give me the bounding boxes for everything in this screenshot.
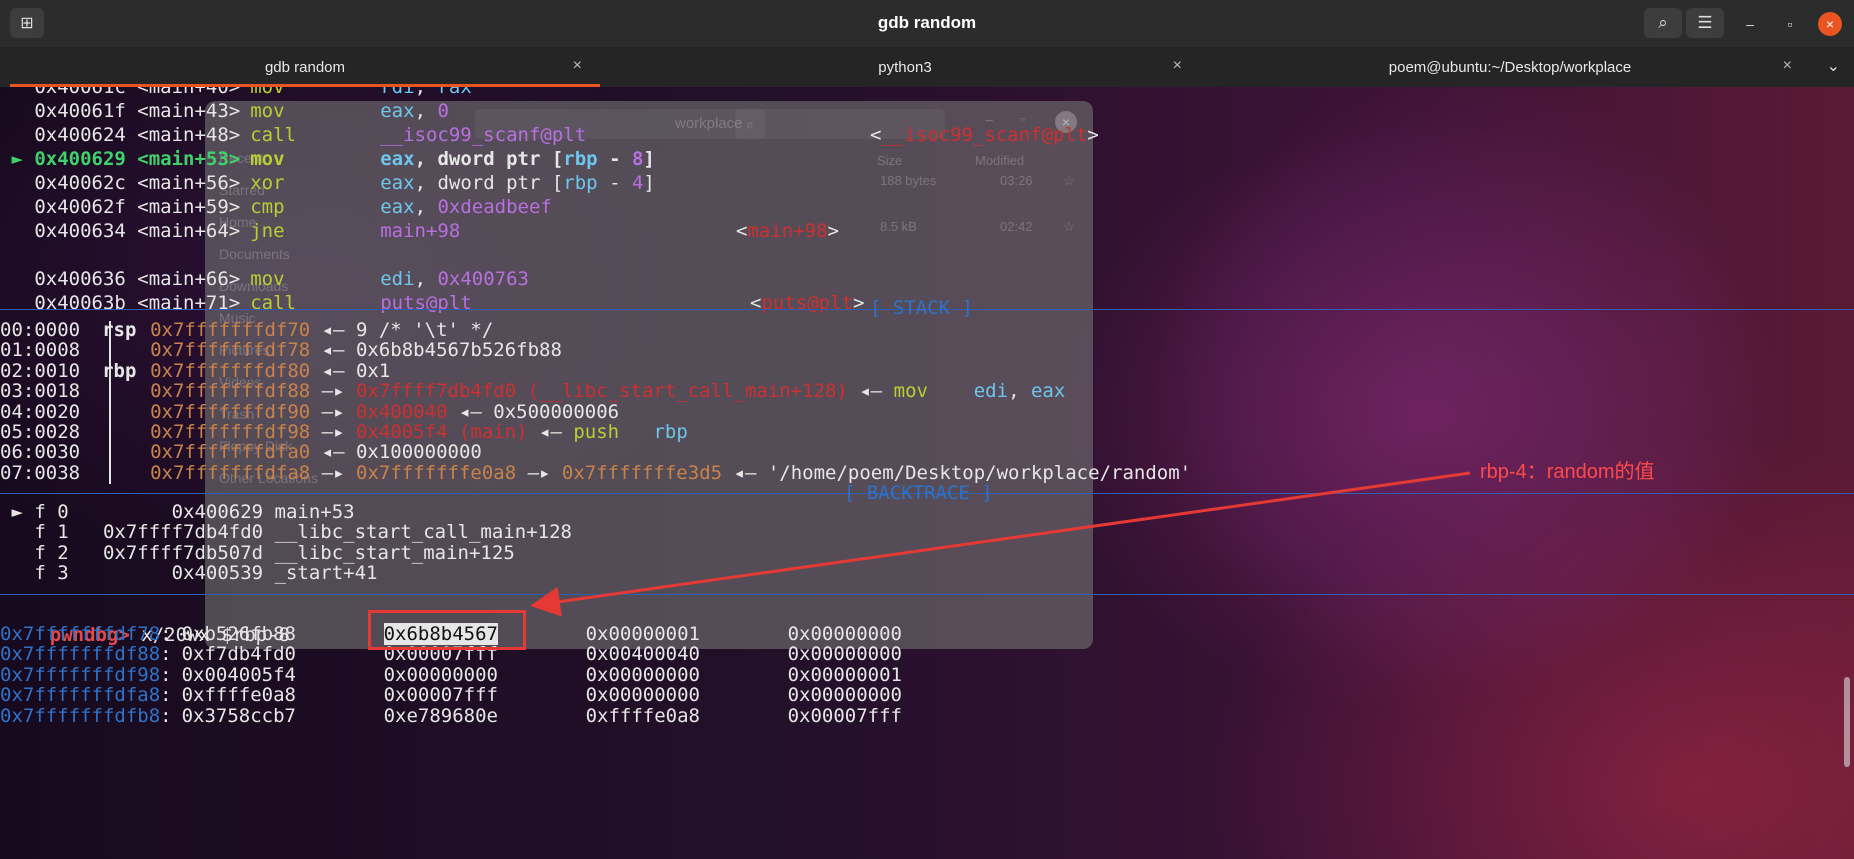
tab-close-icon[interactable]: × xyxy=(1173,57,1182,75)
terminal-area[interactable]: workplace ⌕ – ▫ × Recent Starred Home Docum… xyxy=(0,87,1854,859)
search-icon[interactable]: ⌕ xyxy=(1644,8,1682,38)
tab-close-icon[interactable]: × xyxy=(573,57,582,75)
tab-close-icon[interactable]: × xyxy=(1783,57,1792,75)
tab-gdb-random[interactable]: gdb random × xyxy=(10,47,600,87)
close-icon[interactable]: × xyxy=(1818,12,1842,36)
tab-label: python3 xyxy=(878,59,932,76)
hamburger-menu-icon[interactable]: ☰ xyxy=(1686,8,1724,38)
chevron-down-icon[interactable]: ⌄ xyxy=(1827,56,1840,76)
tab-workplace[interactable]: poem@ubuntu:~/Desktop/workplace × xyxy=(1210,47,1810,87)
tab-python3[interactable]: python3 × xyxy=(610,47,1200,87)
scrollbar[interactable] xyxy=(1844,677,1850,767)
window-title: gdb random xyxy=(877,13,977,32)
title-bar: ⊞ gdb random ⌕ ☰ – ▫ × xyxy=(0,0,1854,47)
minimize-icon[interactable]: – xyxy=(1738,12,1762,36)
maximize-icon[interactable]: ▫ xyxy=(1778,12,1802,36)
tab-label: poem@ubuntu:~/Desktop/workplace xyxy=(1388,59,1632,76)
tab-bar: gdb random × python3 × poem@ubuntu:~/Des… xyxy=(0,47,1854,87)
annotation-arrow xyxy=(530,471,1471,617)
tab-label: gdb random xyxy=(264,59,346,76)
